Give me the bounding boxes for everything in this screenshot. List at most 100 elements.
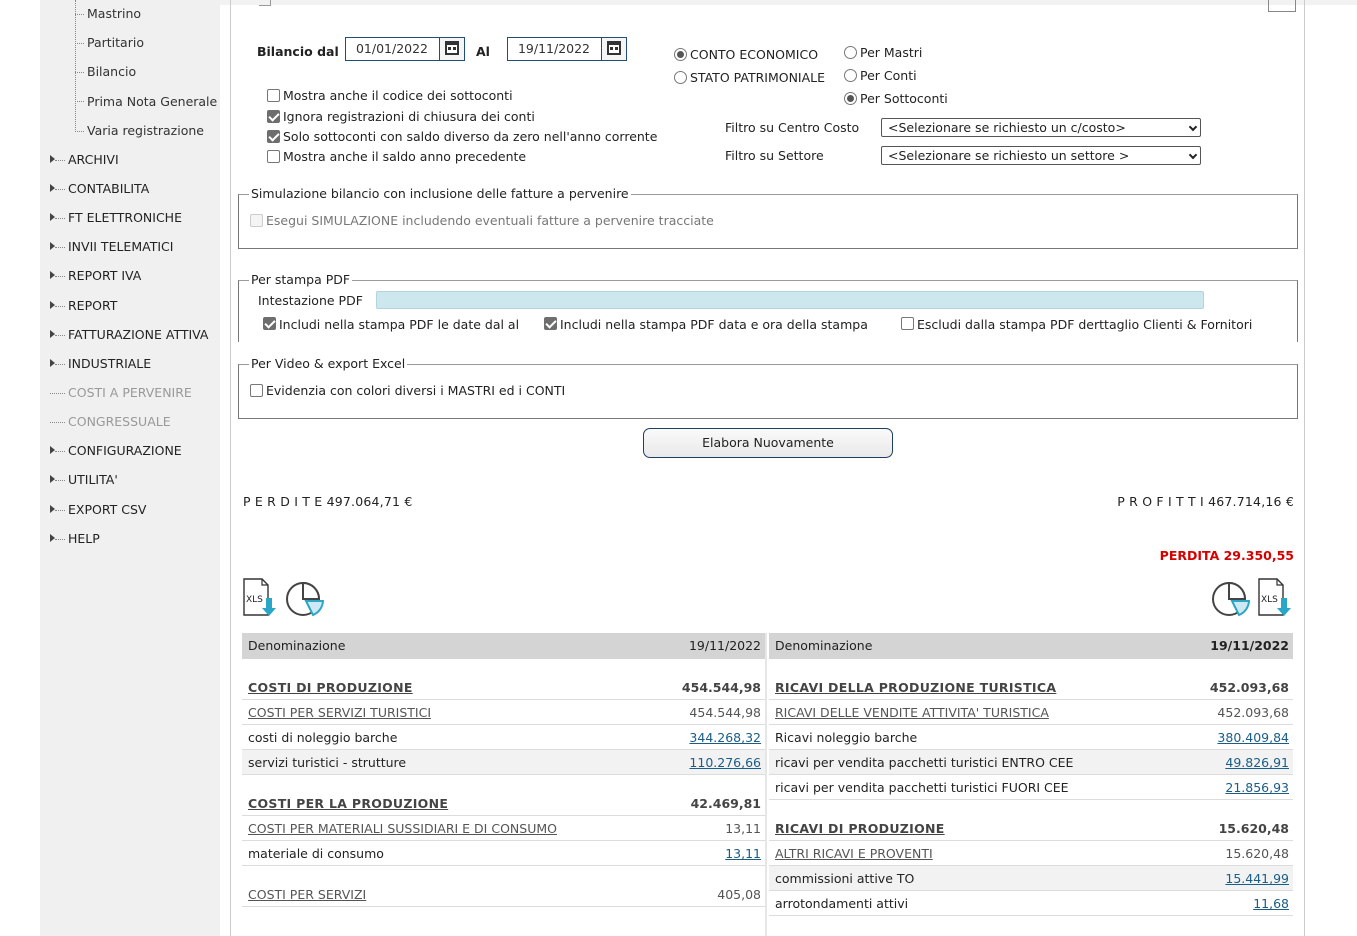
table-row: Ricavi noleggio barche 380.409,84 <box>769 725 1293 750</box>
pdf-icon[interactable] <box>1268 0 1296 12</box>
radio-conto-economico-label: CONTO ECONOMICO <box>690 47 819 62</box>
sidebar-subitem-bilancio[interactable]: Bilancio <box>87 63 136 81</box>
table-row: COSTI DI PRODUZIONE 454.544,98 <box>242 675 765 700</box>
chevron-down-icon <box>1188 150 1198 160</box>
row-name[interactable]: COSTI PER SERVIZI <box>248 882 366 907</box>
checkbox-saldo-anno-precedente-label: Mostra anche il saldo anno precedente <box>283 149 527 164</box>
table-row: COSTI PER LA PRODUZIONE 42.469,81 <box>242 791 765 816</box>
pdf-legend: Per stampa PDF <box>249 272 353 288</box>
radio-per-sottoconti[interactable] <box>844 92 857 105</box>
table-row: ALTRI RICAVI E PROVENTI 15.620,48 <box>769 841 1293 866</box>
profitti-total: P R O F I T T I 467.714,16 € <box>1117 494 1294 509</box>
sidebar-subitem-mastrino[interactable]: Mastrino <box>87 5 141 23</box>
sidebar-subitem-prima-nota[interactable]: Prima Nota Generale <box>87 93 217 111</box>
radio-conto-economico[interactable] <box>674 48 687 61</box>
row-name[interactable]: COSTI PER SERVIZI TURISTICI <box>248 700 431 725</box>
sidebar: Mastrino Partitario Bilancio Prima Nota … <box>40 0 220 936</box>
table-row: COSTI PER MATERIALI SUSSIDIARI E DI CONS… <box>242 816 765 841</box>
checkbox-pdf-date[interactable] <box>263 317 276 330</box>
sidebar-subitem-partitario[interactable]: Partitario <box>87 34 144 52</box>
expand-arrow-icon <box>50 446 55 454</box>
row-value: 452.093,68 <box>1209 680 1289 695</box>
pie-chart-icon[interactable] <box>285 578 325 618</box>
row-value[interactable]: 21.856,93 <box>1225 775 1289 800</box>
radio-stato-patrimoniale[interactable] <box>674 71 687 84</box>
checkbox-pdf-data-ora[interactable] <box>544 317 557 330</box>
row-name: arrotondamenti attivi <box>775 896 909 911</box>
table-row: RICAVI DELLA PRODUZIONE TURISTICA 452.093… <box>769 675 1293 700</box>
table-row: materiale di consumo 13,11 <box>242 841 765 866</box>
search-icon[interactable] <box>259 0 271 6</box>
simulazione-fieldset: Simulazione bilancio con inclusione dell… <box>238 186 1298 249</box>
table-header: Denominazione 19/11/2022 <box>242 633 765 659</box>
row-name[interactable]: COSTI DI PRODUZIONE <box>248 675 413 700</box>
row-name: materiale di consumo <box>248 846 384 861</box>
row-value[interactable]: 380.409,84 <box>1217 725 1289 750</box>
checkbox-evidenzia-colori[interactable] <box>250 384 263 397</box>
checkbox-simulazione-label: Esegui SIMULAZIONE includendo eventuali … <box>266 213 714 228</box>
row-value[interactable]: 344.268,32 <box>689 725 761 750</box>
checkbox-pdf-date-label: Includi nella stampa PDF le date dal al <box>279 317 520 332</box>
radio-per-sottoconti-label: Per Sottoconti <box>860 91 948 106</box>
expand-arrow-icon <box>50 242 55 250</box>
simulazione-legend: Simulazione bilancio con inclusione dell… <box>249 186 631 202</box>
checkbox-mostra-codice[interactable] <box>267 89 280 102</box>
tree-line <box>75 0 76 132</box>
date-to-field[interactable]: 19/11/2022 <box>507 37 627 61</box>
table-row: COSTI PER SERVIZI 405,08 <box>242 882 765 907</box>
checkbox-pdf-escludi-label: Escludi dalla stampa PDF derttaglio Clie… <box>917 317 1253 332</box>
checkbox-solo-sottoconti[interactable] <box>267 130 280 143</box>
checkbox-pdf-escludi[interactable] <box>901 317 914 330</box>
calendar-icon <box>607 41 621 55</box>
table-row: costi di noleggio barche 344.268,32 <box>242 725 765 750</box>
row-name: ricavi per vendita pacchetti turistici F… <box>775 780 1069 795</box>
svg-text:XLS: XLS <box>1261 595 1278 605</box>
expand-arrow-icon <box>50 155 55 163</box>
row-name[interactable]: COSTI PER LA PRODUZIONE <box>248 791 448 816</box>
perdite-total: P E R D I T E 497.064,71 € <box>243 494 413 509</box>
ricavi-table: Denominazione 19/11/2022 RICAVI DELLA PR… <box>769 633 1293 936</box>
left-gutter <box>0 0 40 936</box>
xls-export-icon[interactable]: XLS <box>1256 578 1292 618</box>
intestazione-pdf-input[interactable] <box>376 291 1204 309</box>
expand-arrow-icon <box>50 359 55 367</box>
checkbox-solo-sottoconti-label: Solo sottoconti con saldo diverso da zer… <box>283 129 658 144</box>
checkbox-evidenzia-colori-label: Evidenzia con colori diversi i MASTRI ed… <box>266 383 566 398</box>
row-name[interactable]: COSTI PER MATERIALI SUSSIDIARI E DI CONS… <box>248 816 557 841</box>
settore-select[interactable]: <Selezionare se richiesto un settore > <box>881 146 1201 165</box>
costi-table: Denominazione 19/11/2022 COSTI DI PRODUZ… <box>242 633 765 936</box>
row-name[interactable]: RICAVI DELLA PRODUZIONE TURISTICA <box>775 675 1056 700</box>
row-value[interactable]: 49.826,91 <box>1225 750 1289 775</box>
row-name[interactable]: RICAVI DI PRODUZIONE <box>775 816 945 841</box>
radio-per-mastri[interactable] <box>844 46 857 59</box>
table-row: ricavi per vendita pacchetti turistici E… <box>769 750 1293 775</box>
row-value: 454.544,98 <box>681 680 761 695</box>
radio-per-conti-label: Per Conti <box>860 68 917 83</box>
row-name[interactable]: RICAVI DELLE VENDITE ATTIVITA' TURISTICA <box>775 700 1049 725</box>
pie-chart-icon[interactable] <box>1211 578 1251 618</box>
radio-stato-patrimoniale-label: STATO PATRIMONIALE <box>690 70 826 85</box>
xls-export-icon[interactable]: XLS <box>241 578 277 618</box>
radio-per-conti[interactable] <box>844 69 857 82</box>
date-from-field[interactable]: 01/01/2022 <box>345 37 465 61</box>
row-value[interactable]: 110.276,66 <box>689 750 761 775</box>
checkbox-saldo-anno-precedente[interactable] <box>267 150 280 163</box>
checkbox-ignora-chiusura[interactable] <box>267 110 280 123</box>
checkbox-ignora-chiusura-label: Ignora registrazioni di chiusura dei con… <box>283 109 535 124</box>
row-value: 42.469,81 <box>690 796 761 811</box>
centro-costo-select[interactable]: <Selezionare se richiesto un c/costo> <box>881 118 1201 137</box>
table-divider <box>765 633 767 936</box>
row-value[interactable]: 13,11 <box>725 841 761 866</box>
date-from-calendar-button[interactable] <box>439 38 464 60</box>
date-to-calendar-button[interactable] <box>601 38 626 60</box>
table-row: servizi turistici - strutture 110.276,66 <box>242 750 765 775</box>
row-name: commissioni attive TO <box>775 871 915 886</box>
row-name: servizi turistici - strutture <box>248 755 407 770</box>
checkbox-mostra-codice-label: Mostra anche il codice dei sottoconti <box>283 88 513 103</box>
elabora-nuovamente-button[interactable]: Elabora Nuovamente <box>643 428 893 458</box>
row-value[interactable]: 15.441,99 <box>1225 866 1289 891</box>
row-value[interactable]: 11,68 <box>1253 891 1289 916</box>
sidebar-subitem-varia-registrazione[interactable]: Varia registrazione <box>87 122 204 140</box>
row-name[interactable]: ALTRI RICAVI E PROVENTI <box>775 841 933 866</box>
settore-label: Filtro su Settore <box>725 148 824 163</box>
